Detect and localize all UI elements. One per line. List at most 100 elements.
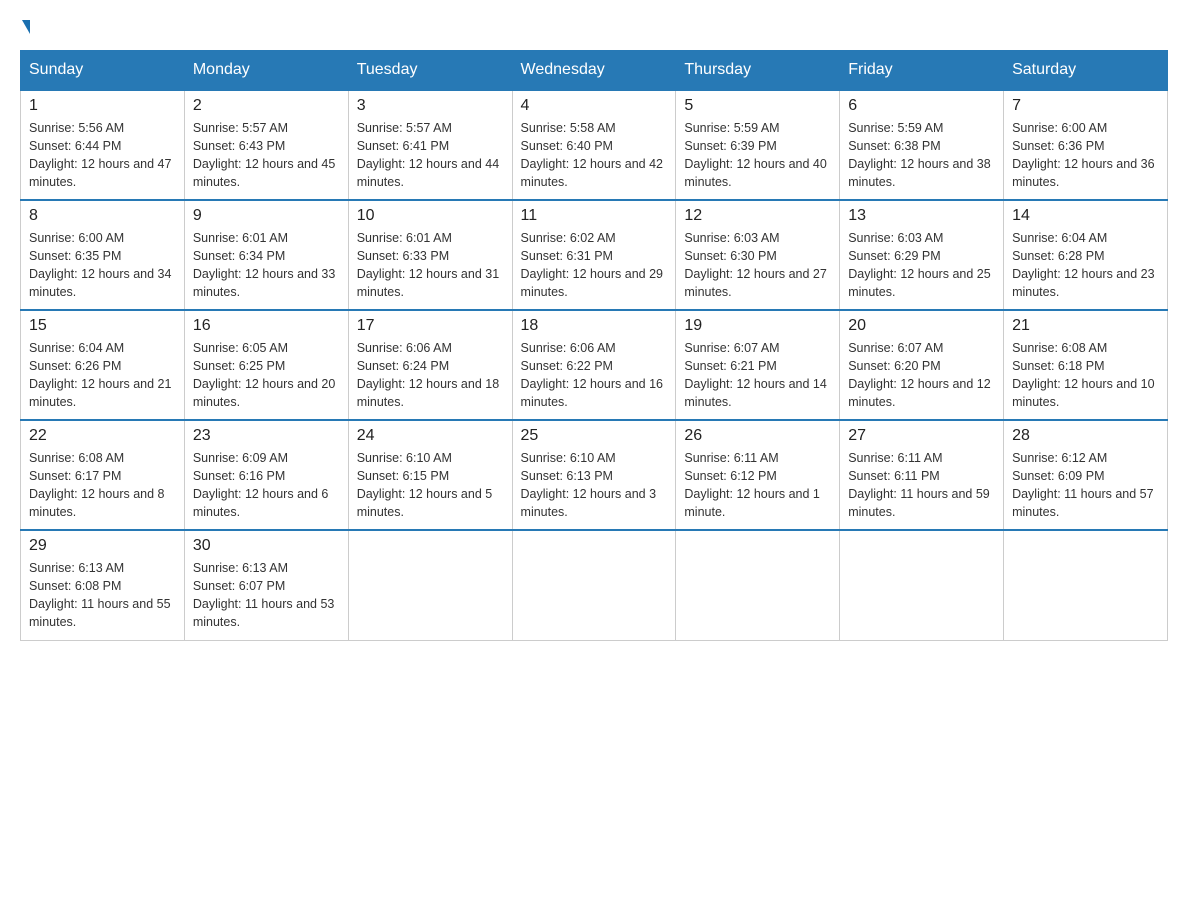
calendar-cell — [348, 530, 512, 640]
calendar-week-row: 1 Sunrise: 5:56 AMSunset: 6:44 PMDaylight… — [21, 90, 1168, 200]
day-info: Sunrise: 5:56 AMSunset: 6:44 PMDaylight:… — [29, 119, 176, 192]
calendar-cell: 14 Sunrise: 6:04 AMSunset: 6:28 PMDayligh… — [1004, 200, 1168, 310]
day-number: 11 — [521, 207, 668, 225]
day-number: 21 — [1012, 317, 1159, 335]
calendar-cell: 5 Sunrise: 5:59 AMSunset: 6:39 PMDaylight… — [676, 90, 840, 200]
calendar-cell: 16 Sunrise: 6:05 AMSunset: 6:25 PMDayligh… — [184, 310, 348, 420]
calendar-cell: 27 Sunrise: 6:11 AMSunset: 6:11 PMDayligh… — [840, 420, 1004, 530]
logo-triangle-icon — [22, 20, 30, 34]
day-number: 16 — [193, 317, 340, 335]
day-number: 8 — [29, 207, 176, 225]
day-info: Sunrise: 6:13 AMSunset: 6:08 PMDaylight:… — [29, 559, 176, 632]
day-number: 17 — [357, 317, 504, 335]
day-number: 27 — [848, 427, 995, 445]
day-number: 15 — [29, 317, 176, 335]
calendar-header-row: SundayMondayTuesdayWednesdayThursdayFrid… — [21, 51, 1168, 91]
calendar-cell: 15 Sunrise: 6:04 AMSunset: 6:26 PMDayligh… — [21, 310, 185, 420]
calendar-cell — [512, 530, 676, 640]
calendar-cell — [676, 530, 840, 640]
day-info: Sunrise: 6:04 AMSunset: 6:28 PMDaylight:… — [1012, 229, 1159, 302]
day-info: Sunrise: 6:13 AMSunset: 6:07 PMDaylight:… — [193, 559, 340, 632]
calendar-cell: 1 Sunrise: 5:56 AMSunset: 6:44 PMDaylight… — [21, 90, 185, 200]
day-info: Sunrise: 5:59 AMSunset: 6:39 PMDaylight:… — [684, 119, 831, 192]
day-info: Sunrise: 6:11 AMSunset: 6:12 PMDaylight:… — [684, 449, 831, 522]
calendar-cell — [840, 530, 1004, 640]
day-info: Sunrise: 6:10 AMSunset: 6:13 PMDaylight:… — [521, 449, 668, 522]
day-info: Sunrise: 6:12 AMSunset: 6:09 PMDaylight:… — [1012, 449, 1159, 522]
calendar-header-tuesday: Tuesday — [348, 51, 512, 91]
calendar-cell: 24 Sunrise: 6:10 AMSunset: 6:15 PMDayligh… — [348, 420, 512, 530]
calendar-cell: 17 Sunrise: 6:06 AMSunset: 6:24 PMDayligh… — [348, 310, 512, 420]
calendar-cell: 23 Sunrise: 6:09 AMSunset: 6:16 PMDayligh… — [184, 420, 348, 530]
day-info: Sunrise: 6:00 AMSunset: 6:35 PMDaylight:… — [29, 229, 176, 302]
calendar-cell — [1004, 530, 1168, 640]
day-info: Sunrise: 6:08 AMSunset: 6:17 PMDaylight:… — [29, 449, 176, 522]
calendar-week-row: 29 Sunrise: 6:13 AMSunset: 6:08 PMDayligh… — [21, 530, 1168, 640]
day-number: 28 — [1012, 427, 1159, 445]
calendar-week-row: 22 Sunrise: 6:08 AMSunset: 6:17 PMDayligh… — [21, 420, 1168, 530]
day-number: 3 — [357, 97, 504, 115]
calendar-cell: 11 Sunrise: 6:02 AMSunset: 6:31 PMDayligh… — [512, 200, 676, 310]
day-number: 25 — [521, 427, 668, 445]
day-info: Sunrise: 6:00 AMSunset: 6:36 PMDaylight:… — [1012, 119, 1159, 192]
calendar-cell: 13 Sunrise: 6:03 AMSunset: 6:29 PMDayligh… — [840, 200, 1004, 310]
calendar-cell: 21Sunrise: 6:08 AMSunset: 6:18 PMDayligh… — [1004, 310, 1168, 420]
day-info: Sunrise: 6:05 AMSunset: 6:25 PMDaylight:… — [193, 339, 340, 412]
day-number: 10 — [357, 207, 504, 225]
day-number: 18 — [521, 317, 668, 335]
day-number: 6 — [848, 97, 995, 115]
day-number: 4 — [521, 97, 668, 115]
day-number: 26 — [684, 427, 831, 445]
day-info: Sunrise: 6:04 AMSunset: 6:26 PMDaylight:… — [29, 339, 176, 412]
calendar-cell: 22 Sunrise: 6:08 AMSunset: 6:17 PMDayligh… — [21, 420, 185, 530]
day-info: Sunrise: 6:10 AMSunset: 6:15 PMDaylight:… — [357, 449, 504, 522]
day-number: 20 — [848, 317, 995, 335]
calendar-header-thursday: Thursday — [676, 51, 840, 91]
calendar-cell: 18 Sunrise: 6:06 AMSunset: 6:22 PMDayligh… — [512, 310, 676, 420]
page-header — [20, 20, 1168, 34]
calendar-cell: 2Sunrise: 5:57 AMSunset: 6:43 PMDaylight… — [184, 90, 348, 200]
calendar-header-friday: Friday — [840, 51, 1004, 91]
day-info: Sunrise: 6:03 AMSunset: 6:30 PMDaylight:… — [684, 229, 831, 302]
day-number: 23 — [193, 427, 340, 445]
day-info: Sunrise: 6:03 AMSunset: 6:29 PMDaylight:… — [848, 229, 995, 302]
calendar-cell: 8 Sunrise: 6:00 AMSunset: 6:35 PMDaylight… — [21, 200, 185, 310]
day-number: 13 — [848, 207, 995, 225]
day-info: Sunrise: 6:02 AMSunset: 6:31 PMDaylight:… — [521, 229, 668, 302]
calendar-header-saturday: Saturday — [1004, 51, 1168, 91]
calendar-header-sunday: Sunday — [21, 51, 185, 91]
day-info: Sunrise: 5:57 AMSunset: 6:41 PMDaylight:… — [357, 119, 504, 192]
calendar-header-wednesday: Wednesday — [512, 51, 676, 91]
calendar-cell: 9Sunrise: 6:01 AMSunset: 6:34 PMDaylight… — [184, 200, 348, 310]
day-info: Sunrise: 6:06 AMSunset: 6:24 PMDaylight:… — [357, 339, 504, 412]
calendar-week-row: 8 Sunrise: 6:00 AMSunset: 6:35 PMDaylight… — [21, 200, 1168, 310]
calendar-cell: 6Sunrise: 5:59 AMSunset: 6:38 PMDaylight… — [840, 90, 1004, 200]
calendar-header-monday: Monday — [184, 51, 348, 91]
calendar-cell: 3 Sunrise: 5:57 AMSunset: 6:41 PMDaylight… — [348, 90, 512, 200]
day-number: 2 — [193, 97, 340, 115]
day-number: 24 — [357, 427, 504, 445]
calendar-cell: 7 Sunrise: 6:00 AMSunset: 6:36 PMDaylight… — [1004, 90, 1168, 200]
day-info: Sunrise: 6:07 AMSunset: 6:21 PMDaylight:… — [684, 339, 831, 412]
calendar-cell: 20 Sunrise: 6:07 AMSunset: 6:20 PMDayligh… — [840, 310, 1004, 420]
calendar-table: SundayMondayTuesdayWednesdayThursdayFrid… — [20, 50, 1168, 641]
day-info: Sunrise: 6:07 AMSunset: 6:20 PMDaylight:… — [848, 339, 995, 412]
day-number: 7 — [1012, 97, 1159, 115]
day-number: 1 — [29, 97, 176, 115]
day-info: Sunrise: 6:06 AMSunset: 6:22 PMDaylight:… — [521, 339, 668, 412]
calendar-week-row: 15 Sunrise: 6:04 AMSunset: 6:26 PMDayligh… — [21, 310, 1168, 420]
calendar-cell: 10Sunrise: 6:01 AMSunset: 6:33 PMDayligh… — [348, 200, 512, 310]
day-number: 5 — [684, 97, 831, 115]
day-number: 29 — [29, 537, 176, 555]
day-number: 19 — [684, 317, 831, 335]
logo — [20, 20, 30, 34]
day-number: 22 — [29, 427, 176, 445]
day-info: Sunrise: 6:11 AMSunset: 6:11 PMDaylight:… — [848, 449, 995, 522]
calendar-cell: 19 Sunrise: 6:07 AMSunset: 6:21 PMDayligh… — [676, 310, 840, 420]
calendar-cell: 4Sunrise: 5:58 AMSunset: 6:40 PMDaylight… — [512, 90, 676, 200]
day-number: 9 — [193, 207, 340, 225]
calendar-cell: 29 Sunrise: 6:13 AMSunset: 6:08 PMDayligh… — [21, 530, 185, 640]
day-info: Sunrise: 6:09 AMSunset: 6:16 PMDaylight:… — [193, 449, 340, 522]
day-number: 14 — [1012, 207, 1159, 225]
day-number: 12 — [684, 207, 831, 225]
